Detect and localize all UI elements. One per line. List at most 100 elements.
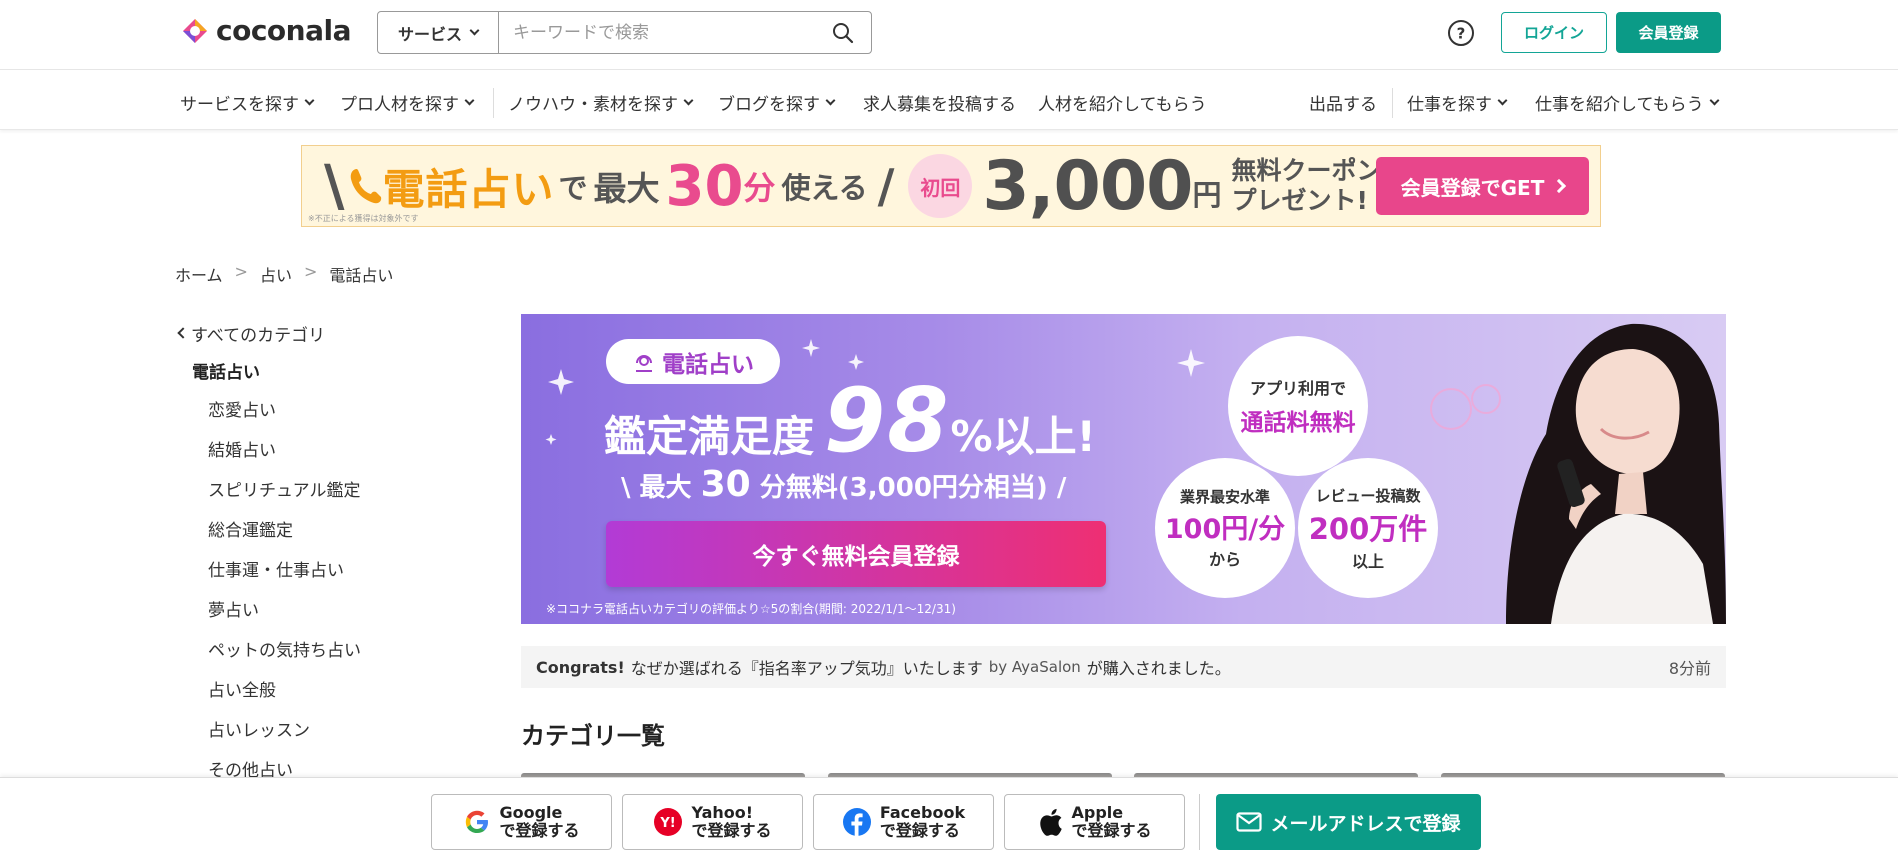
nav-label: ノウハウ・素材を探す	[508, 95, 678, 115]
logo-mark-icon	[183, 18, 207, 43]
sso-action: で登録する	[1071, 821, 1152, 840]
login-button[interactable]: ログイン	[1501, 12, 1607, 53]
apple-signup-button[interactable]: Apple で登録する	[1004, 794, 1185, 850]
promo-de: で	[558, 171, 588, 205]
sidebar-item[interactable]: 夢占い	[208, 588, 465, 628]
sidebar-all-categories[interactable]: すべてのカテゴリ	[175, 318, 465, 348]
promo-banner[interactable]: \ 電話占い で 最大 30 分 使える / 初回 3,000 円 無料クーポン…	[301, 145, 1601, 227]
sso-label: Facebook で登録する	[879, 803, 965, 841]
search-input[interactable]	[499, 12, 815, 53]
site-header: coconala サービス ? ログイン 会員登録	[0, 0, 1898, 70]
breadcrumb-current: 電話占い	[329, 266, 394, 285]
facebook-signup-button[interactable]: Facebook で登録する	[813, 794, 994, 850]
congrats-service-link[interactable]: なぜか選ばれる『指名率アップ気功』いたします	[631, 655, 983, 679]
nav-work-intro[interactable]: 仕事を紹介してもらう	[1535, 90, 1720, 115]
sidebar-item[interactable]: スピリチュアル鑑定	[208, 468, 465, 508]
sidebar-back-label: すべてのカテゴリ	[191, 325, 326, 346]
purchase-notification: Congrats! なぜか選ばれる『指名率アップ気功』いたします by AyaS…	[521, 646, 1726, 688]
help-icon[interactable]: ?	[1447, 19, 1475, 47]
nav-label: 出品する	[1309, 95, 1377, 115]
yahoo-signup-button[interactable]: Y! Yahoo! で登録する	[622, 794, 803, 850]
sidebar-item[interactable]: 占いレッスン	[208, 708, 465, 748]
sidebar-item[interactable]: ペットの気持ち占い	[208, 628, 465, 668]
chevron-down-icon	[469, 25, 480, 35]
chevron-down-icon	[683, 95, 694, 105]
review-count-badge: レビュー投稿数 200万件 以上	[1298, 458, 1438, 598]
logo-text: coconala	[216, 14, 352, 47]
hero-subtitle: \ 最大 30 分無料(3,000円分相当) /	[621, 464, 1066, 505]
woman-on-phone-image	[1506, 323, 1726, 624]
congrats-time: 8分前	[1668, 659, 1711, 678]
category-list-title: カテゴリ一覧	[521, 722, 665, 750]
facebook-icon	[842, 808, 871, 836]
nav-find-knowhow[interactable]: ノウハウ・素材を探す	[508, 90, 694, 115]
nav-label: 求人募集を投稿する	[863, 95, 1016, 115]
search-button[interactable]	[815, 12, 871, 53]
nav-label: 仕事を紹介してもらう	[1535, 95, 1704, 115]
promo-minutes-unit: 分	[743, 169, 776, 207]
sidebar-item[interactable]: 結婚占い	[208, 428, 465, 468]
breadcrumb-fortune[interactable]: 占い	[260, 262, 292, 286]
congrats-label: Congrats!	[536, 657, 625, 677]
search-category-select[interactable]: サービス	[378, 12, 499, 53]
nav-find-blogs[interactable]: ブログを探す	[718, 90, 836, 115]
svg-text:?: ?	[1457, 25, 1466, 43]
google-signup-button[interactable]: Google で登録する	[431, 794, 612, 850]
phone-icon	[351, 169, 382, 204]
search-icon	[833, 22, 854, 43]
promo-first-badge: 初回	[908, 154, 973, 218]
badge-line: 通話料無料	[1240, 410, 1356, 436]
sidebar-item[interactable]: 仕事運・仕事占い	[208, 548, 465, 588]
mail-icon	[1236, 812, 1263, 832]
nav-talent-intro[interactable]: 人材を紹介してもらう	[1038, 90, 1207, 115]
signup-button[interactable]: 会員登録	[1616, 12, 1721, 53]
sidebar-item[interactable]: 恋愛占い	[208, 388, 465, 428]
nav-find-pros[interactable]: プロ人材を探す	[340, 90, 475, 115]
email-signup-label: メールアドレスで登録	[1270, 812, 1461, 835]
search-box: サービス	[377, 11, 872, 54]
hero-note: ※ココナラ電話占いカテゴリの評価より☆5の割合(期間: 2022/1/1〜12/…	[546, 602, 956, 616]
breadcrumb-home[interactable]: ホーム	[175, 262, 223, 286]
promo-get-button[interactable]: 会員登録でGET	[1376, 157, 1589, 215]
promo-slash-left: \	[324, 153, 345, 219]
chevron-down-icon	[464, 95, 475, 105]
nav-post-job[interactable]: 求人募集を投稿する	[863, 90, 1016, 115]
promo-coupon-line2: プレゼント!	[1231, 186, 1368, 215]
promo-max: 最大	[593, 169, 660, 208]
app-free-call-badge: アプリ利用で 通話料無料	[1228, 336, 1368, 476]
nav-label: 仕事を探す	[1407, 95, 1492, 115]
hero-banner[interactable]: 電話占い 鑑定満足度 98 %以上! \ 最大 30 分無料(3,000円分相当…	[521, 314, 1726, 624]
signup-bar-divider	[1199, 794, 1200, 850]
chevron-right-icon	[1552, 178, 1567, 194]
sso-name: Google	[499, 802, 563, 822]
sidebar-current-category: 電話占い	[192, 363, 260, 383]
nav-label: 人材を紹介してもらう	[1038, 95, 1207, 115]
promo-yen: 円	[1192, 178, 1222, 212]
chevron-down-icon	[304, 95, 315, 105]
chevron-down-icon	[1497, 95, 1508, 105]
hero-title-suffix: %以上!	[950, 412, 1096, 461]
promo-minutes: 30	[665, 153, 744, 219]
apple-icon	[1040, 808, 1063, 836]
coconala-logo[interactable]: coconala	[180, 14, 352, 47]
nav-label: プロ人材を探す	[340, 95, 459, 115]
nav-sell[interactable]: 出品する	[1309, 90, 1377, 115]
nav-find-services[interactable]: サービスを探す	[180, 90, 315, 115]
lowest-price-badge: 業界最安水準 100円/分 から	[1155, 458, 1295, 598]
sso-action: で登録する	[879, 821, 960, 840]
hero-sub-prefix: \ 最大	[621, 473, 692, 503]
congrats-seller[interactable]: by AyaSalon	[989, 658, 1081, 676]
sso-label: Yahoo! で登録する	[691, 803, 771, 841]
email-signup-button[interactable]: メールアドレスで登録	[1216, 794, 1481, 850]
signup-bar: Google で登録する Y! Yahoo! で登録する Facebook で登…	[0, 777, 1898, 861]
promo-note: ※不正による獲得は対象外です	[308, 214, 419, 223]
sidebar-item[interactable]: 総合運鑑定	[208, 508, 465, 548]
sidebar-item[interactable]: 占い全般	[208, 668, 465, 708]
badge-line: アプリ利用で	[1249, 379, 1346, 398]
congrats-suffix: が購入されました。	[1086, 659, 1231, 678]
nav-label: サービスを探す	[180, 95, 299, 115]
nav-find-work[interactable]: 仕事を探す	[1407, 90, 1508, 115]
sso-name: Apple	[1071, 802, 1124, 822]
free-signup-button[interactable]: 今すぐ無料会員登録	[606, 521, 1106, 587]
promo-cta-label: 会員登録でGET	[1400, 175, 1545, 200]
